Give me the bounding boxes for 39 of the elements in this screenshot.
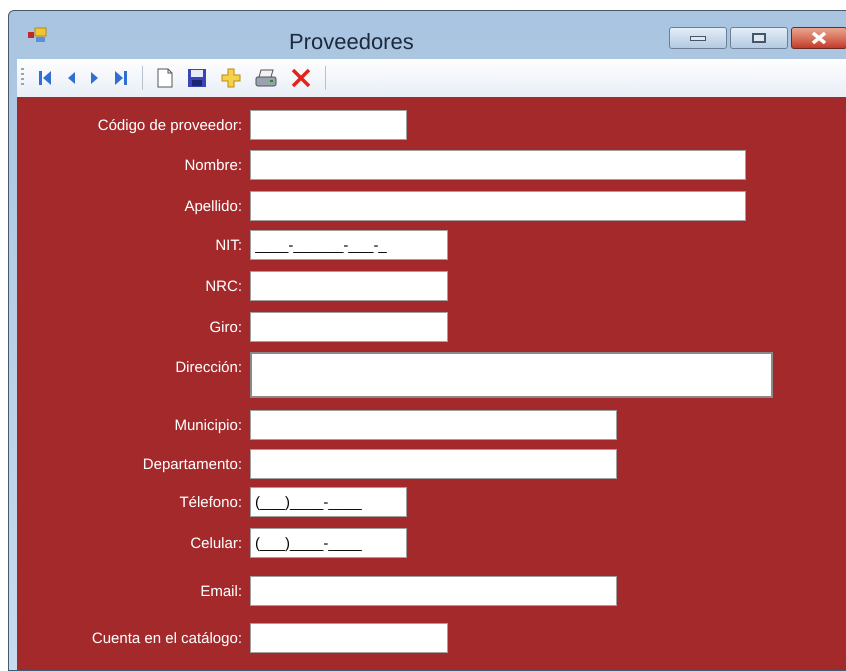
field-label: Código de proveedor:: [96, 116, 243, 136]
last-record-icon[interactable]: [114, 70, 128, 86]
input-field[interactable]: (___)____-____: [250, 487, 407, 517]
previous-icon[interactable]: [66, 70, 76, 86]
input-field[interactable]: [250, 312, 448, 342]
field-label: Nombre:: [183, 156, 243, 176]
field-label: Télefono:: [178, 493, 243, 513]
input-field[interactable]: [250, 150, 746, 180]
input-field[interactable]: [250, 449, 617, 479]
field-label: Departamento:: [142, 455, 243, 475]
input-field[interactable]: [250, 410, 617, 440]
field-label: NRC:: [204, 277, 243, 297]
input-field[interactable]: [250, 110, 407, 140]
minimize-button[interactable]: [669, 27, 727, 49]
field-label: NIT:: [214, 236, 243, 256]
document-icon[interactable]: [157, 68, 173, 88]
plus-icon[interactable]: [221, 68, 241, 88]
close-button[interactable]: [791, 27, 846, 49]
input-field[interactable]: [250, 352, 773, 398]
input-field[interactable]: [250, 623, 448, 653]
window-title: Proveedores: [289, 28, 414, 56]
maximize-button[interactable]: [730, 27, 788, 49]
input-field[interactable]: [250, 191, 746, 221]
close-icon[interactable]: [291, 68, 311, 88]
input-field[interactable]: [250, 271, 448, 301]
close-icon: [810, 32, 828, 44]
input-field[interactable]: [250, 576, 617, 606]
field-label: Municipio:: [173, 416, 243, 436]
input-field[interactable]: ____-______-___-_: [250, 230, 448, 260]
next-icon[interactable]: [90, 70, 100, 86]
field-label: Email:: [199, 582, 243, 602]
field-label: Giro:: [208, 318, 243, 338]
input-field[interactable]: (___)____-____: [250, 528, 407, 558]
field-label: Celular:: [189, 534, 243, 554]
field-label: Dirección:: [174, 358, 243, 378]
field-label: Apellido:: [183, 197, 243, 217]
printer-icon[interactable]: [255, 68, 277, 88]
first-record-icon[interactable]: [38, 70, 52, 86]
field-label: Cuenta en el catálogo:: [90, 629, 243, 649]
